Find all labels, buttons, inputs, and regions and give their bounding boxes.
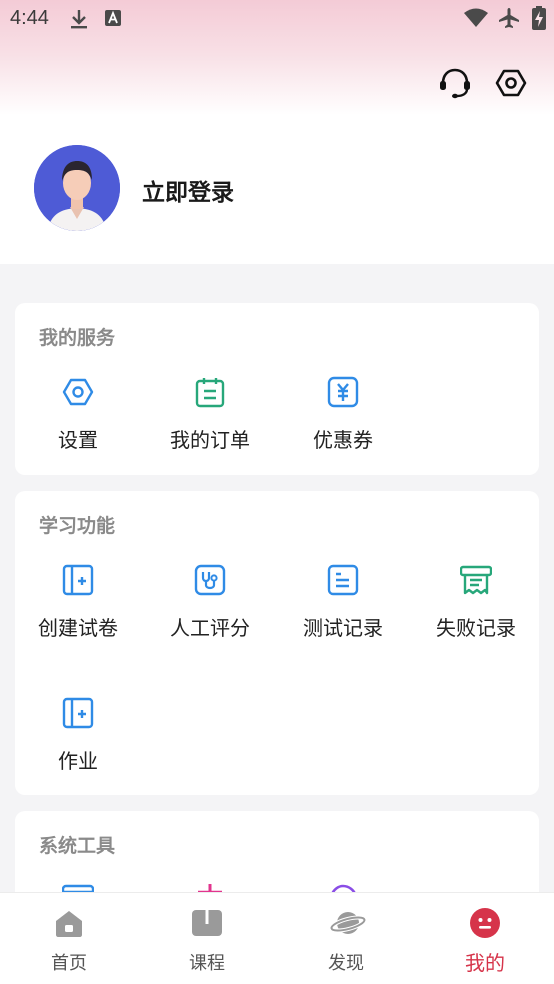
- tab-discover-label: 发现: [328, 953, 364, 973]
- create-paper-icon: [62, 564, 94, 596]
- tab-home[interactable]: 首页: [0, 893, 138, 984]
- test-record-icon: [327, 564, 359, 596]
- service-settings[interactable]: 设置: [15, 376, 141, 476]
- homework-icon: [62, 697, 94, 729]
- learning-failure-records[interactable]: 失败记录: [413, 564, 539, 664]
- settings-icon[interactable]: [492, 64, 530, 102]
- stethoscope-icon: [194, 564, 226, 596]
- learning-homework-label: 作业: [58, 751, 98, 773]
- service-coupons-label: 优惠券: [313, 430, 373, 452]
- customer-service-icon[interactable]: [436, 64, 474, 102]
- service-coupons[interactable]: 优惠券: [280, 376, 406, 476]
- course-book-icon: [191, 907, 223, 939]
- learning-create-paper-label: 创建试卷: [38, 618, 118, 640]
- profile-face-icon: [469, 907, 501, 939]
- login-button[interactable]: 立即登录: [142, 173, 234, 207]
- status-time: 4:44: [10, 7, 49, 29]
- learning-failure-records-label: 失败记录: [436, 618, 516, 640]
- service-my-orders[interactable]: 我的订单: [147, 376, 273, 476]
- status-bar: 4:44: [0, 0, 554, 38]
- tab-home-label: 首页: [51, 953, 87, 973]
- coupon-yen-icon: [327, 376, 359, 408]
- tab-discover[interactable]: 发现: [277, 893, 415, 984]
- failure-record-icon: [459, 564, 493, 596]
- airplane-mode-icon: [497, 6, 521, 34]
- settings-hexagon-icon: [62, 376, 94, 408]
- learning-features-card: 学习功能 创建试卷 人工评分 测试记录 失败记录 作业: [15, 491, 539, 795]
- system-tools-title: 系统工具: [39, 836, 116, 857]
- service-settings-label: 设置: [58, 430, 98, 452]
- home-icon: [53, 907, 85, 939]
- discover-planet-icon: [329, 907, 367, 939]
- my-services-card: 我的服务 设置 我的订单 优惠券: [15, 303, 539, 475]
- avatar[interactable]: [34, 145, 120, 231]
- wifi-icon: [463, 7, 489, 33]
- tab-courses-label: 课程: [189, 953, 225, 973]
- tab-mine-label: 我的: [465, 953, 505, 975]
- tab-courses[interactable]: 课程: [138, 893, 276, 984]
- learning-test-records-label: 测试记录: [303, 618, 383, 640]
- learning-features-title: 学习功能: [39, 516, 116, 537]
- bottom-tab-bar: 首页 课程 发现 我的: [0, 892, 554, 984]
- app-a-icon: [104, 9, 122, 31]
- learning-manual-grading[interactable]: 人工评分: [147, 564, 273, 664]
- service-my-orders-label: 我的订单: [170, 430, 250, 452]
- tab-mine[interactable]: 我的: [416, 893, 554, 984]
- my-services-title: 我的服务: [39, 328, 116, 349]
- battery-charging-icon: [532, 6, 546, 34]
- learning-test-records[interactable]: 测试记录: [280, 564, 406, 664]
- download-icon: [68, 8, 90, 34]
- learning-create-paper[interactable]: 创建试卷: [15, 564, 141, 664]
- order-notepad-icon: [194, 376, 226, 408]
- learning-homework[interactable]: 作业: [15, 697, 141, 797]
- learning-manual-grading-label: 人工评分: [170, 618, 250, 640]
